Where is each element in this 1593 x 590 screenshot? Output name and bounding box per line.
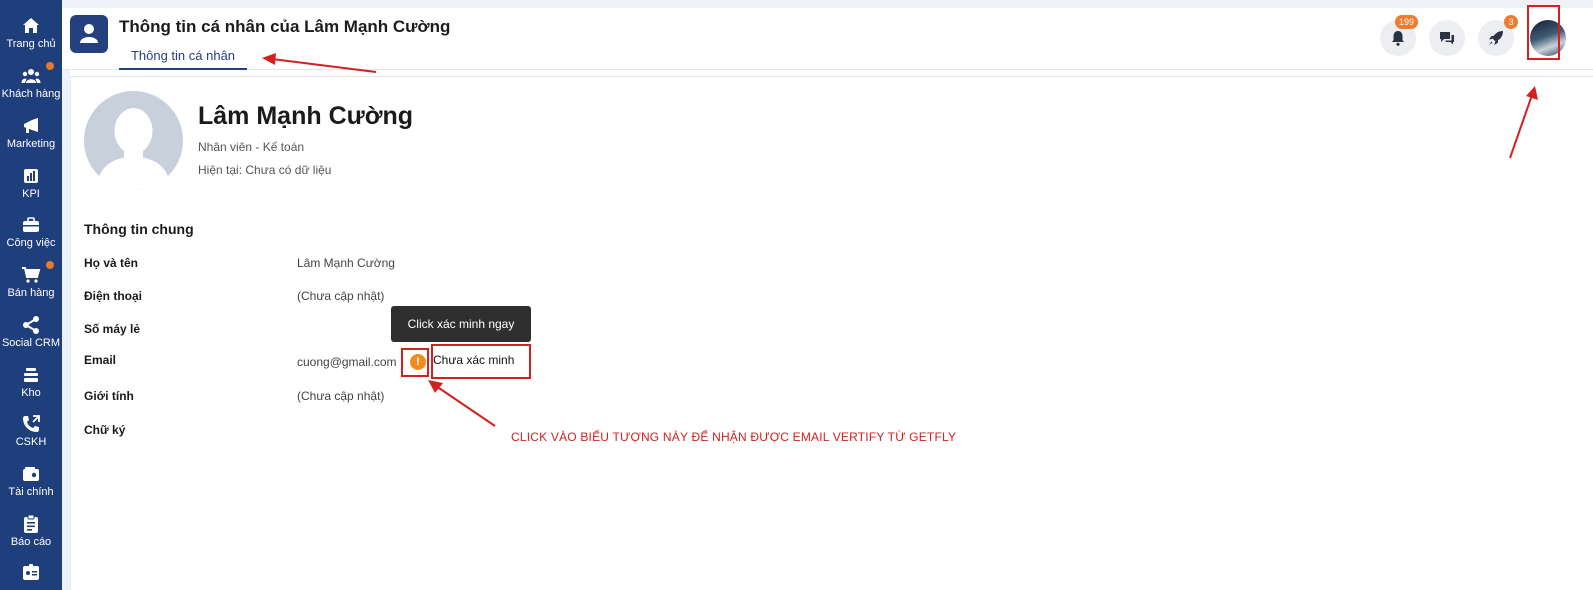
top-strip	[62, 0, 1593, 8]
sidebar-item-label: Công việc	[6, 237, 56, 249]
section-title: Thông tin chung	[84, 221, 194, 237]
sidebar-item-label: Khách hàng	[1, 88, 61, 100]
megaphone-icon	[24, 118, 38, 133]
sidebar-item-customer-care[interactable]: CSKH	[0, 410, 62, 458]
instruction-annotation: CLICK VÀO BIỂU TƯỢNG NÀY ĐỂ NHẬN ĐƯỢC EM…	[511, 430, 957, 444]
sidebar-item-more[interactable]	[0, 558, 62, 590]
chat-icon	[1440, 32, 1454, 45]
field-label-gender: Giới tính	[84, 389, 134, 403]
sidebar-item-reports[interactable]: Báo cáo	[0, 510, 62, 558]
bell-icon	[1392, 31, 1404, 46]
user-profile-icon	[70, 15, 108, 53]
highlight-status	[431, 344, 531, 379]
profile-name: Lâm Mạnh Cường	[198, 102, 414, 130]
default-avatar-icon	[96, 108, 171, 190]
id-card-icon	[23, 564, 39, 580]
sidebar-item-label: KPI	[22, 188, 40, 200]
notification-count-badge: 199	[1395, 15, 1419, 29]
field-label-signature: Chữ ký	[84, 423, 126, 437]
sidebar-item-warehouse[interactable]: Kho	[0, 361, 62, 409]
rocket-count-badge: 3	[1504, 15, 1518, 29]
profile-current-status: Hiện tại: Chưa có dữ liệu	[198, 163, 331, 177]
highlight-verify-icon	[401, 348, 429, 377]
current-label: Hiện tại:	[198, 163, 243, 177]
profile-avatar	[84, 91, 183, 190]
field-label-phone: Điện thoại	[84, 289, 143, 303]
notification-dot	[46, 261, 54, 269]
sidebar-item-customers[interactable]: Khách hàng	[0, 62, 62, 110]
field-value-email: cuong@gmail.com	[297, 355, 397, 369]
wallet-icon	[23, 467, 39, 481]
sidebar-item-label: Marketing	[6, 138, 56, 150]
sidebar: Trang chủ Khách hàng Marketing KPI Công …	[0, 0, 62, 590]
rocket-button[interactable]: 3	[1478, 15, 1518, 56]
bar-chart-icon	[24, 169, 38, 183]
tab-personal-info[interactable]: Thông tin cá nhân	[119, 46, 247, 70]
field-value-phone: (Chưa cập nhật)	[297, 289, 385, 303]
clipboard-icon	[24, 514, 38, 533]
sidebar-item-label: Kho	[21, 387, 41, 399]
field-label-fullname: Họ và tên	[84, 256, 139, 270]
verify-tooltip: Click xác minh ngay	[391, 306, 531, 342]
share-icon	[23, 316, 39, 334]
current-value: Chưa có dữ liệu	[245, 163, 332, 177]
cart-icon	[22, 267, 41, 283]
sidebar-item-marketing[interactable]: Marketing	[0, 112, 62, 160]
sidebar-item-tasks[interactable]: Công việc	[0, 211, 62, 259]
field-label-extension: Số máy lẻ	[84, 322, 141, 336]
profile-role: Nhân viên - Kế toán	[198, 140, 305, 154]
sidebar-item-label: CSKH	[15, 436, 47, 448]
messages-button[interactable]	[1429, 20, 1465, 56]
sidebar-item-label: Social CRM	[1, 337, 61, 349]
field-label-email: Email	[84, 353, 117, 367]
sidebar-item-finance[interactable]: Tài chính	[0, 460, 62, 508]
field-value-fullname: Lâm Mạnh Cường	[297, 256, 395, 270]
sidebar-item-label: Tài chính	[8, 486, 54, 498]
sidebar-item-sales[interactable]: Bán hàng	[0, 261, 62, 309]
sidebar-item-kpi[interactable]: KPI	[0, 162, 62, 210]
phone-icon	[23, 415, 40, 432]
notification-dot	[46, 62, 54, 70]
field-value-gender: (Chưa cập nhật)	[297, 389, 385, 403]
sidebar-item-home[interactable]: Trang chủ	[0, 12, 62, 60]
sidebar-item-label: Bán hàng	[7, 287, 55, 299]
home-icon	[23, 18, 39, 33]
page-gutter	[62, 70, 70, 590]
page-header: Thông tin cá nhân của Lâm Mạnh Cường Thô…	[62, 8, 1593, 70]
sidebar-item-label: Trang chủ	[6, 38, 56, 50]
sidebar-item-label: Báo cáo	[10, 536, 52, 548]
highlight-avatar	[1527, 5, 1560, 60]
sidebar-item-social-crm[interactable]: Social CRM	[0, 311, 62, 359]
page-title: Thông tin cá nhân của Lâm Mạnh Cường	[119, 17, 451, 36]
stack-icon	[24, 368, 38, 382]
rocket-icon	[1489, 31, 1503, 45]
users-icon	[21, 69, 41, 83]
notifications-button[interactable]: 199	[1380, 15, 1419, 56]
briefcase-icon	[23, 217, 39, 232]
